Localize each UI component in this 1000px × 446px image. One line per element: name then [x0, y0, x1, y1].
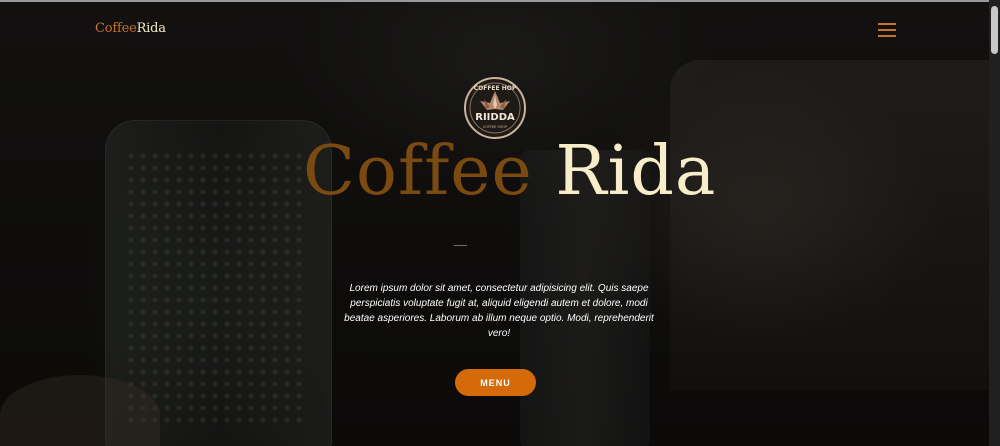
hero-description: Lorem ipsum dolor sit amet, consectetur … — [344, 283, 654, 339]
badge-top-text: COFFEE HOP — [474, 85, 517, 92]
background-beans — [125, 150, 305, 430]
title-divider — [454, 245, 467, 246]
hamburger-bar — [878, 23, 896, 25]
menu-button[interactable]: MENU — [455, 369, 536, 396]
background-cup — [0, 375, 160, 446]
brand-part-2: Rida — [136, 21, 166, 36]
hamburger-bar — [878, 35, 896, 37]
hero-section: CoffeeRida COFFEE HOP RIIDDA COFFEE SHOP… — [0, 0, 989, 446]
hamburger-bar — [878, 29, 896, 31]
hero-title-part-2: Rida — [555, 132, 717, 211]
hero-title-part-1: Coffee — [303, 132, 533, 211]
hamburger-icon[interactable] — [878, 22, 896, 37]
brand-part-1: Coffee — [95, 21, 137, 36]
hero-title: Coffee Rida — [303, 122, 715, 222]
scrollbar-thumb[interactable] — [991, 6, 998, 54]
background-person — [670, 60, 989, 390]
vertical-scrollbar[interactable] — [989, 0, 1000, 446]
window-top-border — [0, 0, 1000, 2]
brand-logo-link[interactable]: CoffeeRida — [95, 21, 166, 36]
